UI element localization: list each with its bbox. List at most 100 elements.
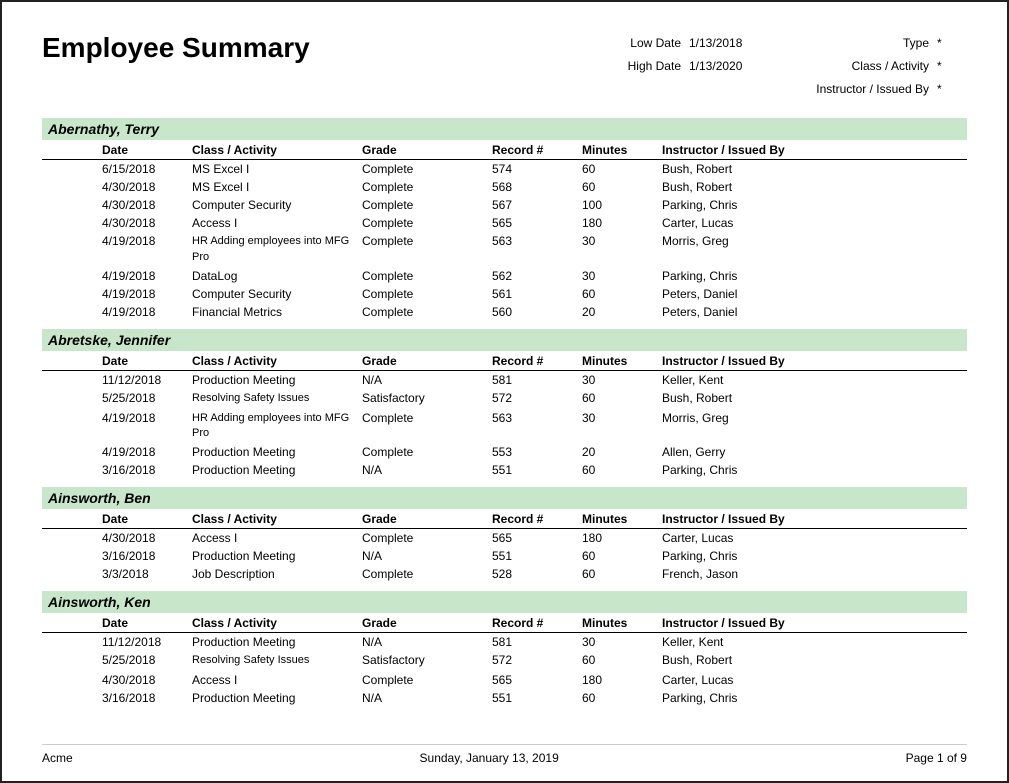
table-cell: Computer Security [192,287,362,301]
column-header: Grade [362,616,492,630]
table-cell: Allen, Gerry [662,445,862,459]
table-row: 4/19/2018HR Adding employees into MFG Pr… [42,232,967,267]
table-cell: 562 [492,269,582,283]
employee-section: Abretske, Jennifer DateClass / ActivityGr… [42,329,967,479]
table-cell: 551 [492,463,582,477]
table-cell: Job Description [192,567,362,581]
table-row: 4/19/2018HR Adding employees into MFG Pr… [42,409,967,444]
table-cell: 4/30/2018 [102,180,192,194]
table-cell: 581 [492,635,582,649]
column-header: Grade [362,354,492,368]
table-cell: 60 [582,180,662,194]
table-cell: 4/30/2018 [102,531,192,545]
table-cell: Financial Metrics [192,305,362,319]
table-cell: HR Adding employees into MFG Pro [192,234,362,265]
table-cell: 574 [492,162,582,176]
column-headers: DateClass / ActivityGradeRecord #Minutes… [42,509,967,529]
column-header: Instructor / Issued By [662,143,862,157]
low-date-label: Low Date [601,32,681,55]
column-header: Record # [492,354,582,368]
table-cell: Production Meeting [192,373,362,387]
column-header: Date [102,143,192,157]
table-cell: 20 [582,305,662,319]
employee-name: Abernathy, Terry [42,118,967,140]
table-row: 4/30/2018Access IComplete565180Carter, L… [42,214,967,232]
column-header: Class / Activity [192,354,362,368]
table-cell: 4/19/2018 [102,269,192,283]
table-cell: 60 [582,162,662,176]
table-cell: Peters, Daniel [662,305,862,319]
table-cell: Bush, Robert [662,391,862,406]
table-cell: 561 [492,287,582,301]
table-cell: 4/19/2018 [102,234,192,265]
high-date-label: High Date [601,55,681,78]
table-cell: 60 [582,653,662,668]
table-cell: 60 [582,691,662,705]
table-row: 4/19/2018Production MeetingComplete55320… [42,443,967,461]
table-row: 11/12/2018Production MeetingN/A58130Kell… [42,371,967,389]
column-header: Record # [492,512,582,526]
employee-name: Ainsworth, Ken [42,591,967,613]
table-cell: 20 [582,445,662,459]
report-page: Employee Summary Low Date 1/13/2018 High… [0,0,1009,783]
column-header: Minutes [582,616,662,630]
table-cell: 3/16/2018 [102,463,192,477]
table-cell: Production Meeting [192,445,362,459]
type-label: Type [809,32,929,55]
type-line: Type * [809,32,967,55]
table-cell: 581 [492,373,582,387]
table-cell: Complete [362,180,492,194]
table-cell: 4/30/2018 [102,216,192,230]
table-cell: 4/19/2018 [102,445,192,459]
table-cell: 30 [582,411,662,442]
table-cell: 4/30/2018 [102,198,192,212]
type-value: * [937,32,967,55]
table-cell: Complete [362,567,492,581]
table-cell: 4/30/2018 [102,673,192,687]
table-cell: Resolving Safety Issues [192,391,362,406]
table-cell: 180 [582,673,662,687]
column-header: Instructor / Issued By [662,616,862,630]
employee-section: Abernathy, TerryDateClass / ActivityGrad… [42,118,967,321]
table-cell: 30 [582,373,662,387]
table-cell: Access I [192,673,362,687]
table-cell: 528 [492,567,582,581]
footer-company: Acme [42,751,73,765]
table-row: 5/25/2018Resolving Safety IssuesSatisfac… [42,389,967,408]
report-meta: Low Date 1/13/2018 High Date 1/13/2020 T… [601,32,967,100]
instructor-label: Instructor / Issued By [809,78,929,101]
table-cell: Access I [192,216,362,230]
table-cell: 3/3/2018 [102,567,192,581]
table-row: 3/16/2018Production MeetingN/A55160Parki… [42,689,967,707]
employee-name: Abretske, Jennifer [42,329,967,351]
table-cell: 560 [492,305,582,319]
table-cell: Keller, Kent [662,373,862,387]
table-row: 4/30/2018MS Excel IComplete56860Bush, Ro… [42,178,967,196]
column-header: Instructor / Issued By [662,512,862,526]
table-cell: Morris, Greg [662,234,862,265]
table-row: 3/16/2018Production MeetingN/A55160Parki… [42,461,967,479]
column-header: Date [102,354,192,368]
table-cell: 100 [582,198,662,212]
table-cell: 180 [582,531,662,545]
table-cell: Complete [362,216,492,230]
table-row: 11/12/2018Production MeetingN/A58130Kell… [42,633,967,651]
table-cell: Satisfactory [362,391,492,406]
table-cell: 565 [492,673,582,687]
employee-sections: Abernathy, TerryDateClass / ActivityGrad… [42,118,967,706]
table-cell: 565 [492,216,582,230]
column-header: Record # [492,143,582,157]
table-cell: 60 [582,287,662,301]
table-row: 3/3/2018Job DescriptionComplete52860Fren… [42,565,967,583]
table-row: 4/19/2018Financial MetricsComplete56020P… [42,303,967,321]
table-cell: 60 [582,567,662,581]
table-cell: Complete [362,269,492,283]
table-cell: Keller, Kent [662,635,862,649]
column-header: Date [102,512,192,526]
table-cell: 4/19/2018 [102,305,192,319]
table-cell: 30 [582,234,662,265]
employee-name: Ainsworth, Ben [42,487,967,509]
table-cell: Parking, Chris [662,198,862,212]
table-cell: Access I [192,531,362,545]
table-cell: Production Meeting [192,463,362,477]
